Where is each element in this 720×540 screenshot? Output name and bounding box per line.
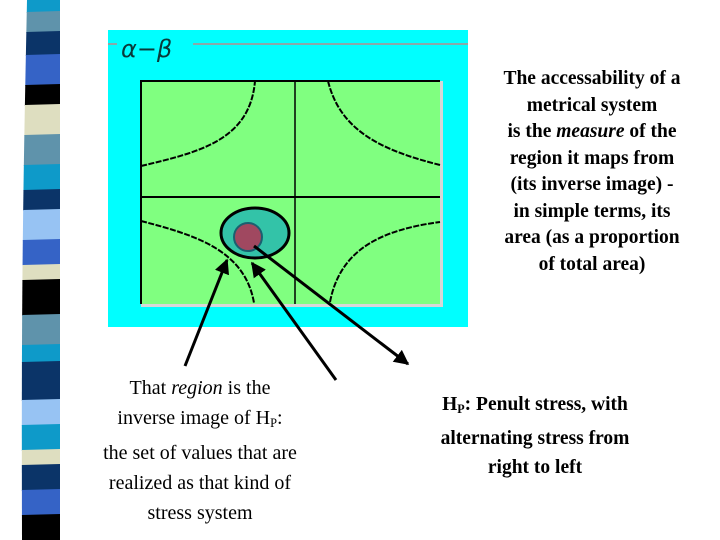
text-run: area (as a proportion [504,227,680,248]
text-run: That [129,377,172,399]
text-run: H [442,394,458,415]
right-caption-line-3: is the measure of the [472,119,712,146]
right-caption-line-8: of total area) [472,252,712,279]
right-caption-line-4: region it maps from [472,146,712,173]
hp-caption-line-3: right to left [487,457,583,479]
text-run: The accessability of a [503,68,681,89]
plot-area [140,80,440,304]
hp-region [233,222,263,252]
hp-caption-line-2: alternating stress from [440,428,630,450]
accessibility-explanation: The accessability of a metrical system is … [472,66,712,278]
text-run: of the [624,121,677,142]
right-caption-line-7: area (as a proportion [472,225,712,252]
text-run: : [277,407,283,429]
left-caption-line-4: realized as that kind of [108,472,292,495]
left-caption-line-5: stress system [147,502,253,525]
text-run: region it maps from [509,147,675,169]
text-run: (its inverse image) - [510,174,674,195]
right-caption-line-6: in simple terms, its [472,199,712,226]
text-run: : Penult stress, with [464,394,628,415]
right-caption-line-2: metrical system [472,93,712,120]
diagram-title: α−β [121,35,172,63]
left-caption-line-3: the set of values that are [103,442,297,465]
italic-term: measure [556,121,625,142]
italic-term-region: region [171,377,223,399]
text-run: in simple terms, its [513,200,671,222]
right-caption-line-5: (its inverse image) - [472,172,712,199]
subscript-p: P [270,416,278,431]
left-caption-line-1: That region is the [60,373,340,403]
text-run: is the [222,377,271,399]
left-caption-line-2: inverse image of HP: [60,403,340,438]
text-run: of total area) [538,253,646,275]
region-explanation: That region is the inverse image of HP: … [60,373,340,528]
hp-definition: HP: Penult stress, with alternating stre… [390,390,680,482]
subscript-p: P [457,402,465,417]
text-run: inverse image of H [117,407,271,429]
hp-caption-line-1: HP: Penult stress, with [390,390,680,424]
text-run: is the [507,121,557,142]
text-run: metrical system [526,94,658,116]
right-caption-line-1: The accessability of a [472,66,712,93]
